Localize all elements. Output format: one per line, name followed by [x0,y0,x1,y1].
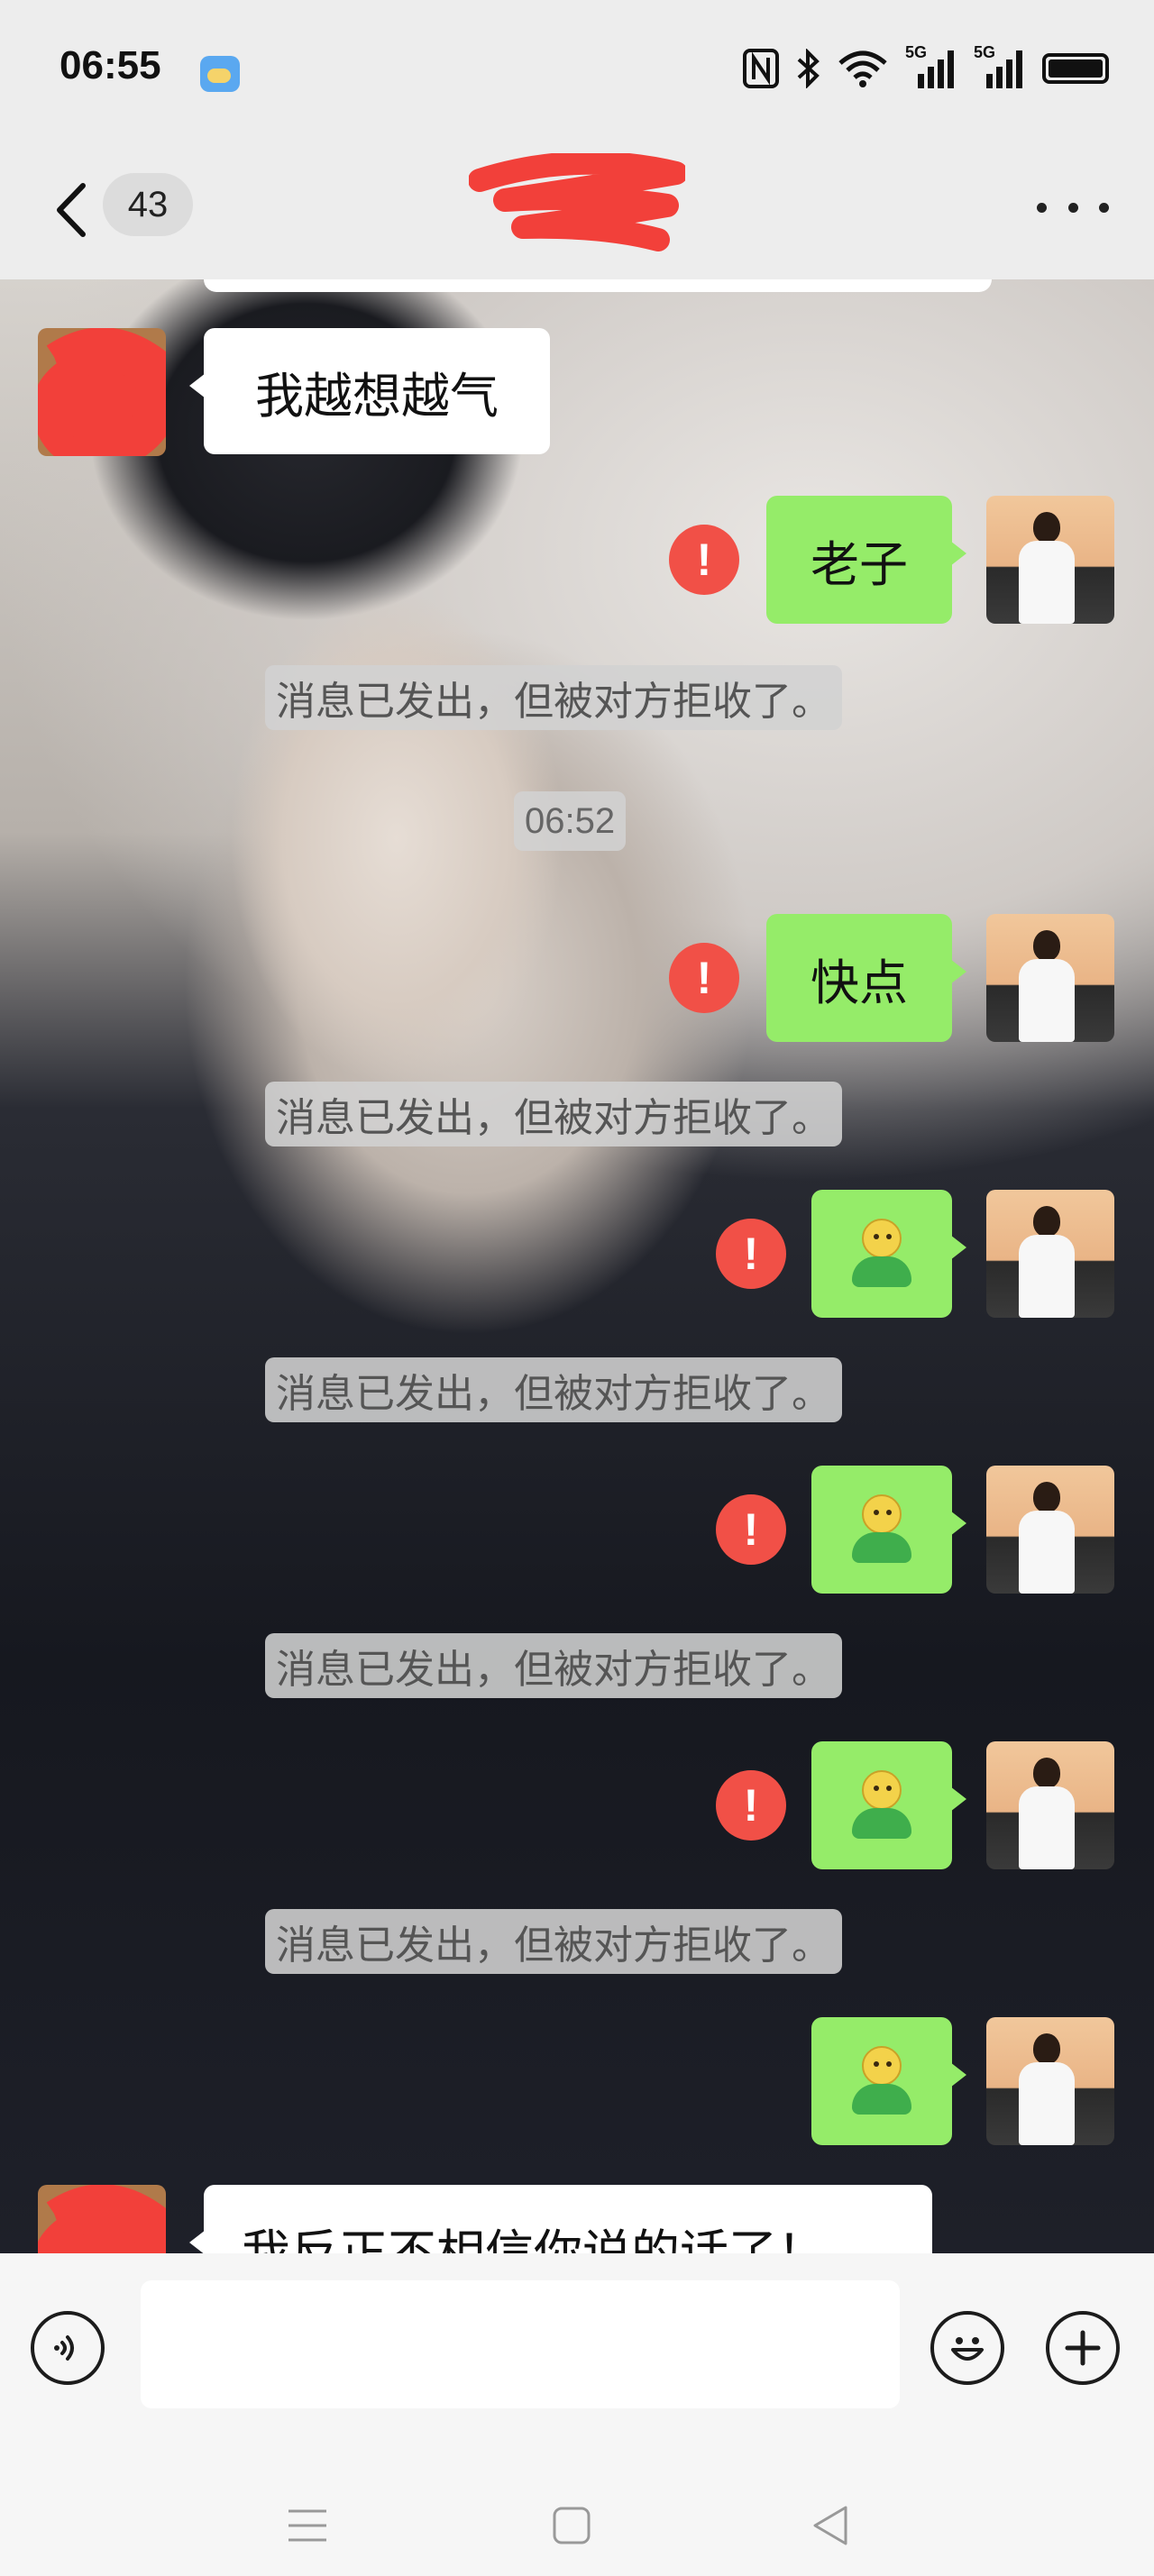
redaction-scribble [38,2185,166,2253]
message-bubble-sent[interactable] [811,1466,966,1594]
status-icons: 5G 5G [743,43,1109,90]
contact-avatar[interactable] [38,2185,166,2253]
message-bubble-received[interactable]: 我反正不相信你说的话了！ [189,2185,932,2254]
message-bubble-sent[interactable]: 老子 [766,496,966,624]
message-text: 老子 [811,535,908,593]
green-person-emoji [850,1219,913,1289]
wifi-icon [838,50,887,87]
my-avatar[interactable] [986,1741,1114,1869]
back-triangle-icon[interactable] [810,2504,851,2547]
menu-icon[interactable] [287,2506,328,2545]
contact-avatar[interactable] [38,328,166,456]
system-notice: 消息已发出，但被对方拒收了。 [265,1633,842,1698]
chat-header: 43 [0,144,1154,279]
message-bubble-received[interactable]: 我越想越气 [189,328,550,454]
system-nav-bar [0,2448,1154,2576]
system-notice: 消息已发出，但被对方拒收了。 [265,1082,842,1146]
input-bar [0,2253,1154,2448]
plus-icon[interactable] [1046,2311,1120,2385]
partly-cloudy-icon [200,56,240,92]
redaction-scribble [38,328,166,456]
message-bubble-sent[interactable] [811,1190,966,1318]
nfc-icon [743,49,779,88]
voice-icon[interactable] [31,2311,105,2385]
alert-icon[interactable]: ! [669,943,739,1013]
my-avatar[interactable] [986,496,1114,624]
alert-icon[interactable]: ! [716,1494,786,1565]
status-bar: 06:55 5G 5G [0,0,1154,144]
message-bubble-sent[interactable]: 快点 [766,914,966,1042]
alert-icon[interactable]: ! [716,1770,786,1841]
my-avatar[interactable] [986,914,1114,1042]
message-text: 快点 [811,954,908,1011]
partial-message-bubble [204,279,992,292]
5g-signal-icon: 5G [905,43,957,90]
green-person-emoji [850,2046,913,2116]
green-person-emoji [850,1770,913,1841]
system-notice: 消息已发出，但被对方拒收了。 [265,665,842,730]
timestamp: 06:52 [514,791,627,851]
message-bubble-sent[interactable] [811,1741,966,1869]
battery-icon [1042,53,1109,84]
message-text: 我反正不相信你说的话了！ [242,2224,826,2254]
smiley-icon[interactable] [930,2311,1004,2385]
my-avatar[interactable] [986,1466,1114,1594]
chevron-left-icon[interactable] [47,178,101,242]
message-input[interactable] [141,2280,900,2408]
status-time: 06:55 [60,43,161,87]
home-square-icon[interactable] [552,2506,591,2545]
redacted-contact-name [469,153,685,251]
chat-messages-area[interactable]: 我越想越气 ! 老子 消息已发出，但被对方拒收了。 06:52 ! 快点 消息已… [0,279,1154,2253]
alert-icon[interactable]: ! [669,525,739,595]
unread-count-badge[interactable]: 43 [103,173,193,236]
alert-icon[interactable]: ! [716,1219,786,1289]
ellipsis-icon[interactable] [1037,180,1109,234]
message-text: 我越想越气 [255,367,499,425]
green-person-emoji [850,1494,913,1565]
bluetooth-icon [797,49,820,88]
system-notice: 消息已发出，但被对方拒收了。 [265,1909,842,1974]
message-bubble-sent[interactable] [811,2017,966,2145]
my-avatar[interactable] [986,2017,1114,2145]
my-avatar[interactable] [986,1190,1114,1318]
5g-signal-icon: 5G [974,43,1026,90]
system-notice: 消息已发出，但被对方拒收了。 [265,1357,842,1422]
